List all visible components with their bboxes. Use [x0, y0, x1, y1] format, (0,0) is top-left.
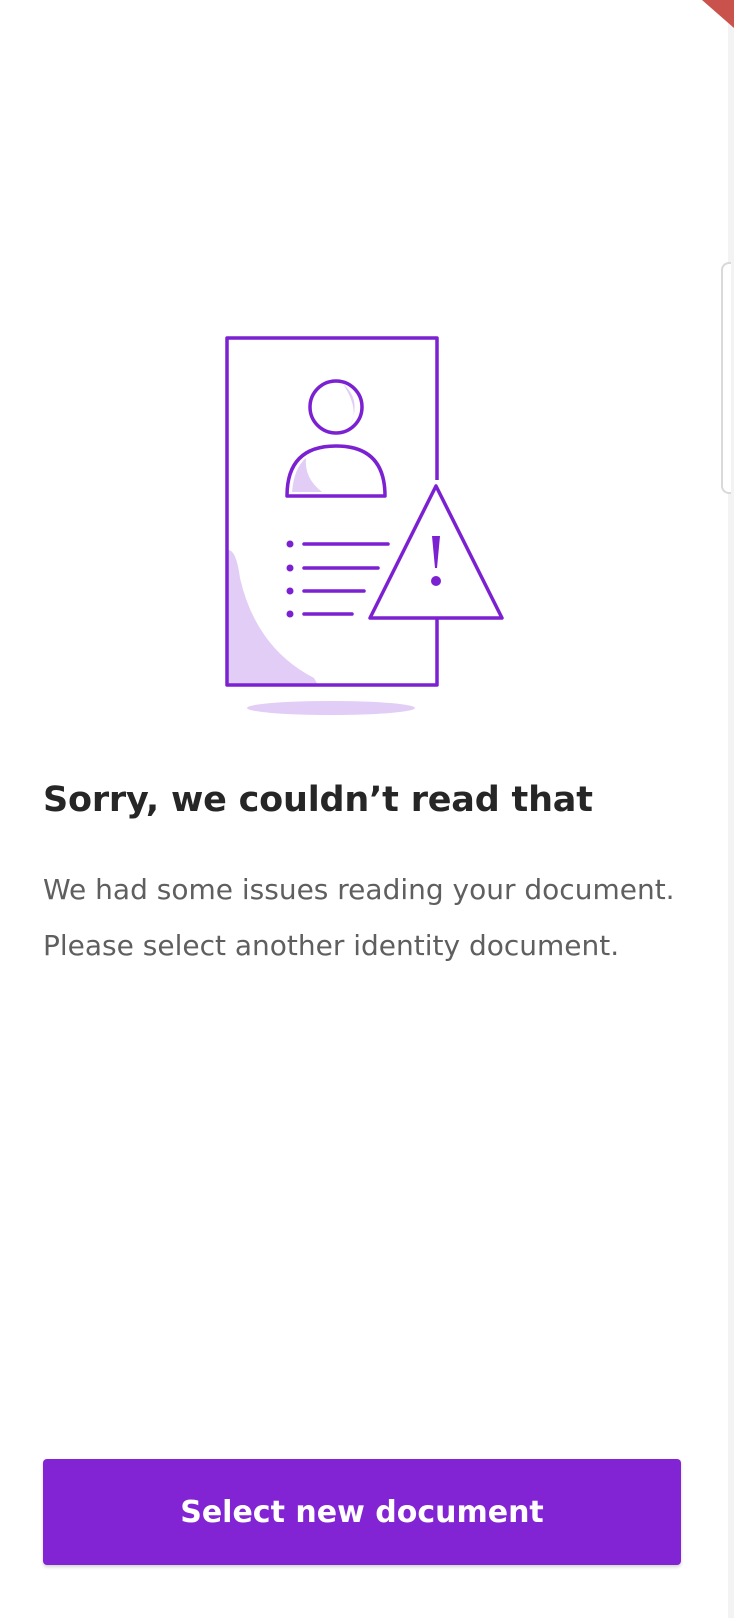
corner-ribbon	[696, 0, 734, 30]
corner-fill	[227, 549, 318, 685]
document-warning-icon	[218, 328, 508, 720]
shadow-ellipse	[247, 701, 415, 715]
screen-edge	[728, 0, 734, 1618]
error-message: We had some issues reading your document…	[43, 873, 675, 962]
exclamation-dot	[431, 576, 441, 586]
select-new-document-button[interactable]: Select new document	[43, 1459, 681, 1565]
side-panel-handle[interactable]	[721, 262, 731, 494]
error-title: Sorry, we couldn’t read that	[43, 780, 593, 820]
error-screen: Sorry, we couldn’t read that We had some…	[0, 0, 734, 1618]
